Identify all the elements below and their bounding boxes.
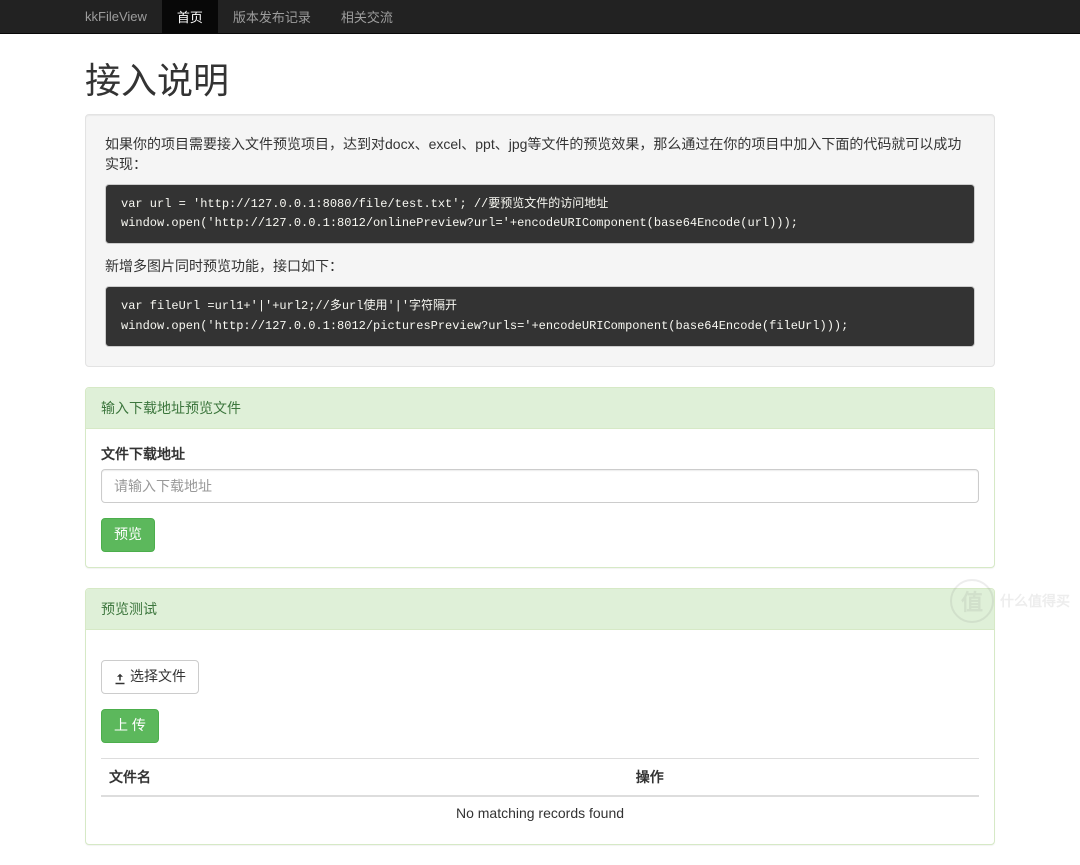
upload-button[interactable]: 上 传 (101, 709, 159, 743)
upload-preview-heading: 预览测试 (86, 589, 994, 630)
upload-icon (114, 671, 126, 683)
url-input-label: 文件下载地址 (101, 444, 979, 464)
instructions-multipic: 新增多图片同时预览功能，接口如下： (105, 256, 975, 276)
url-preview-panel: 输入下载地址预览文件 文件下载地址 预览 (85, 387, 995, 568)
watermark: 值 什么值得买 (950, 579, 1070, 623)
select-file-button[interactable]: 选择文件 (101, 660, 199, 694)
file-table: 文件名 操作 No matching records found (101, 758, 979, 829)
code-block-multi: var fileUrl =url1+'|'+url2;//多url使用'|'字符… (105, 286, 975, 346)
preview-button[interactable]: 预览 (101, 518, 155, 552)
watermark-text: 什么值得买 (1000, 591, 1070, 611)
url-input[interactable] (101, 469, 979, 503)
navbar: kkFileView 首页 版本发布记录 相关交流 (0, 0, 1080, 34)
nav-community[interactable]: 相关交流 (326, 0, 408, 33)
watermark-icon: 值 (950, 579, 994, 623)
col-filename: 文件名 (101, 758, 628, 796)
url-preview-heading: 输入下载地址预览文件 (86, 388, 994, 429)
col-action: 操作 (628, 758, 979, 796)
nav-release-notes[interactable]: 版本发布记录 (218, 0, 326, 33)
instructions-panel: 如果你的项目需要接入文件预览项目，达到对docx、excel、ppt、jpg等文… (85, 114, 995, 367)
navbar-brand[interactable]: kkFileView (70, 0, 162, 33)
table-empty-text: No matching records found (101, 796, 979, 829)
upload-preview-panel: 预览测试 选择文件 上 传 文件名 操作 (85, 588, 995, 845)
page-title: 接入说明 (85, 52, 995, 104)
table-empty-row: No matching records found (101, 796, 979, 829)
instructions-intro: 如果你的项目需要接入文件预览项目，达到对docx、excel、ppt、jpg等文… (105, 134, 975, 174)
nav-home[interactable]: 首页 (162, 0, 218, 33)
code-block-single: var url = 'http://127.0.0.1:8080/file/te… (105, 184, 975, 244)
select-file-label: 选择文件 (130, 668, 186, 684)
